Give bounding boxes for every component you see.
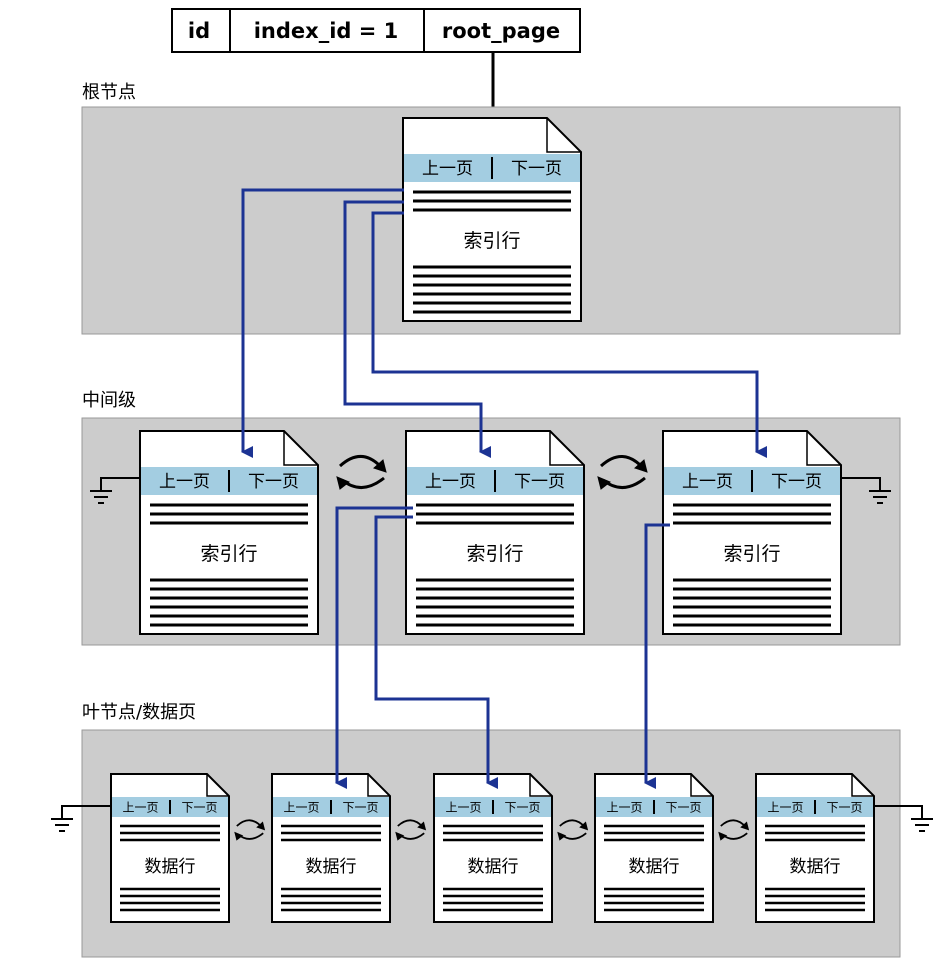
index-row-label: 索引行 [723, 543, 780, 565]
prev-page-label: 上一页 [283, 800, 319, 814]
prev-page-label: 上一页 [425, 472, 476, 492]
leaf-page-2: 上一页 下一页数据行 [271, 773, 391, 923]
data-row-label: 数据行 [468, 857, 519, 877]
next-page-label: 下一页 [826, 800, 862, 814]
intermediate-page-1: 上一页 下一页索引行 [139, 430, 319, 635]
prev-page-label: 上一页 [445, 800, 481, 814]
prev-page-label: 上一页 [122, 800, 158, 814]
data-row-label: 数据行 [145, 857, 196, 877]
next-page-label: 下一页 [665, 800, 701, 814]
index-row-label: 索引行 [200, 543, 257, 565]
header-cell-root-page: root_page [442, 19, 560, 43]
prev-page-label: 上一页 [767, 800, 803, 814]
next-page-label: 下一页 [514, 472, 565, 492]
next-page-label: 下一页 [511, 159, 562, 179]
intermediate-page-3: 上一页 下一页索引行 [662, 430, 842, 635]
data-row-label: 数据行 [306, 857, 357, 877]
prev-page-label: 上一页 [606, 800, 642, 814]
data-row-label: 数据行 [629, 857, 680, 877]
leaf-page-1: 上一页 下一页数据行 [110, 773, 230, 923]
leaf-page-3: 上一页 下一页数据行 [433, 773, 553, 923]
header-cell-index-id: index_id = 1 [254, 19, 399, 43]
prev-page-label: 上一页 [422, 159, 473, 179]
data-row-label: 数据行 [790, 857, 841, 877]
next-page-label: 下一页 [342, 800, 378, 814]
next-page-label: 下一页 [771, 472, 822, 492]
header-cell-id: id [188, 19, 210, 43]
level-label-root: 根节点 [82, 82, 136, 103]
prev-page-label: 上一页 [682, 472, 733, 492]
level-label-intermediate: 中间级 [82, 390, 136, 411]
index-row-label: 索引行 [463, 230, 520, 252]
leaf-page-5: 上一页 下一页数据行 [755, 773, 875, 923]
next-page-label: 下一页 [181, 800, 217, 814]
intermediate-page-2: 上一页 下一页索引行 [405, 430, 585, 635]
next-page-label: 下一页 [248, 472, 299, 492]
next-page-label: 下一页 [504, 800, 540, 814]
index-row-label: 索引行 [466, 543, 523, 565]
level-label-leaf: 叶节点/数据页 [82, 702, 196, 723]
root-page: 上一页 下一页索引行 [402, 117, 582, 322]
header-table: id index_id = 1 root_page [171, 8, 581, 53]
leaf-page-4: 上一页 下一页数据行 [594, 773, 714, 923]
prev-page-label: 上一页 [159, 472, 210, 492]
btree-diagram: id index_id = 1 root_page 根节点 中间级 叶节点/数据… [51, 8, 933, 958]
